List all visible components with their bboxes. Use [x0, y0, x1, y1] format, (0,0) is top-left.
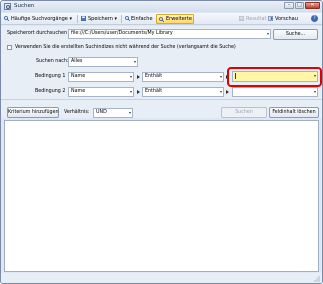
maximize-button[interactable]: □ — [295, 2, 304, 9]
condition-2-operator-value: Enthält — [145, 89, 163, 94]
toolbar: Häufige Suchvorgänge ▾ Speichern ▾ Einfa… — [1, 13, 322, 25]
simple-search-icon — [125, 16, 130, 21]
condition-2-field-select[interactable]: Name ▾ — [68, 87, 134, 97]
advanced-search-tab[interactable]: Erweiterte — [156, 14, 194, 24]
help-icon[interactable]: ? — [311, 15, 318, 22]
arrow-right-icon — [137, 75, 140, 79]
chevron-down-icon: ▾ — [266, 31, 269, 36]
condition-1-field-value: Name — [71, 74, 86, 79]
search-location-field[interactable]: file:///C:/Users/user/Documents/My Libra… — [68, 29, 271, 39]
exclude-index-checkbox[interactable] — [7, 45, 12, 50]
chevron-down-icon: ▾ — [114, 16, 118, 22]
chevron-down-icon: ▾ — [313, 89, 316, 94]
arrow-right-icon — [226, 90, 229, 94]
simple-search-tab[interactable]: Einfache — [131, 14, 153, 24]
condition-1-field-select[interactable]: Name ▾ — [68, 72, 134, 82]
results-menu[interactable]: Resultat ▾ — [246, 14, 271, 24]
chevron-down-icon: ▾ — [129, 74, 132, 79]
saved-searches-menu[interactable]: Häufige Suchvorgänge ▾ — [11, 14, 72, 24]
condition-1-operator-value: Enthält — [145, 74, 163, 79]
condition-1-operator-select[interactable]: Enthält ▾ — [142, 72, 224, 82]
toolbar-divider — [77, 15, 78, 23]
minimize-button[interactable]: – — [284, 2, 294, 9]
results-icon — [239, 16, 244, 21]
resize-grip-icon[interactable] — [313, 275, 320, 282]
chevron-down-icon: ▾ — [128, 110, 131, 115]
condition-2-operator-select[interactable]: Enthält ▾ — [142, 87, 224, 97]
form-divider — [1, 99, 322, 100]
save-menu[interactable]: Speichern ▾ — [88, 14, 117, 24]
preview-icon — [268, 16, 273, 21]
condition-2-field-value: Name — [71, 89, 86, 94]
arrow-right-icon — [137, 90, 140, 94]
search-location-label: Speicherort durchsuchen — [7, 31, 68, 36]
chevron-down-icon: ▾ — [219, 74, 222, 79]
status-bar — [1, 273, 322, 283]
window-title: Suchen — [14, 3, 35, 9]
chevron-down-icon: ▾ — [69, 16, 72, 22]
advanced-search-label: Erweiterte — [166, 16, 192, 22]
results-label: Resultat — [246, 16, 267, 22]
condition-2-label: Bedingung 2 — [35, 89, 66, 94]
save-label: Speichern — [88, 16, 113, 22]
toolbar-divider — [121, 15, 122, 23]
chevron-down-icon: ▾ — [129, 89, 132, 94]
advanced-search-icon — [159, 17, 164, 22]
search-for-label: Suchen nach: — [36, 59, 69, 64]
search-app-icon — [4, 3, 11, 10]
search-button[interactable]: Suchen — [221, 107, 267, 118]
preview-button[interactable]: Vorschau — [275, 14, 298, 24]
chevron-down-icon: ▾ — [133, 59, 136, 64]
search-location-value: file:///C:/Users/user/Documents/My Libra… — [71, 31, 173, 36]
chevron-down-icon: ▾ — [219, 89, 222, 94]
condition-1-label: Bedingung 1 — [35, 74, 66, 79]
title-bar: Suchen – □ ✕ — [1, 1, 322, 12]
clear-fields-button[interactable]: Feldinhalt löschen — [269, 107, 319, 118]
highlight-ring — [227, 67, 322, 87]
relation-value: UND — [96, 110, 107, 115]
search-for-select[interactable]: Alles ▾ — [68, 57, 138, 67]
relation-label: Verhältnis: — [64, 110, 90, 115]
exclude-index-label: Verwenden Sie die erstellten Suchindizes… — [15, 45, 236, 50]
add-criteria-button[interactable]: Kriterium hinzufügen — [7, 107, 59, 118]
browse-button[interactable]: Suche... — [273, 29, 318, 40]
close-button[interactable]: ✕ — [305, 2, 320, 9]
relation-select[interactable]: UND ▾ — [93, 108, 133, 118]
search-window: Suchen – □ ✕ Häufige Suchvorgänge ▾ Spei… — [0, 0, 323, 284]
save-icon — [81, 16, 86, 21]
condition-2-value-input[interactable]: ▾ — [232, 87, 318, 97]
saved-searches-label: Häufige Suchvorgänge — [11, 16, 68, 22]
search-for-value: Alles — [71, 59, 83, 64]
saved-searches-icon — [4, 16, 9, 21]
results-pane[interactable] — [4, 120, 319, 272]
